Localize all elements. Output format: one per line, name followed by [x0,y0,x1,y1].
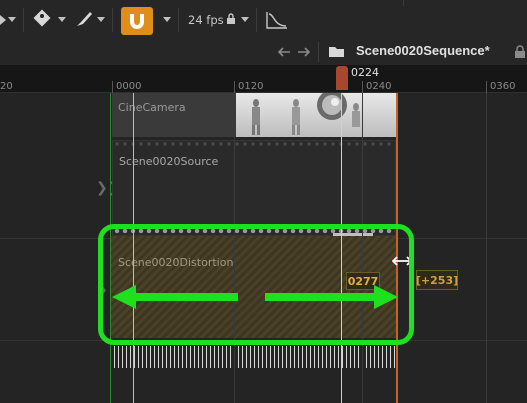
chevron-down-icon[interactable] [97,17,105,22]
toolbar-separator [256,8,257,32]
keyframe-strip [110,346,398,368]
brush-icon [77,12,92,26]
ruler-tick-label: 20 [0,81,13,92]
curve-editor-icon [266,12,287,29]
nav-separator [318,42,319,62]
chevron-down-icon[interactable] [241,17,249,22]
forward-arrow-icon[interactable] [296,45,312,59]
ruler-tick [362,81,363,93]
ruler-tick-label: 0120 [238,81,264,92]
back-arrow-icon[interactable] [276,45,292,59]
brush-button[interactable] [72,6,94,34]
fps-selector[interactable]: 24 fps [188,13,224,27]
snap-toggle-button[interactable] [121,7,153,35]
sequence-breadcrumb[interactable]: Scene0020Sequence* [356,43,490,58]
frame-delta-badge: [+253] [416,270,458,290]
curve-editor-button[interactable] [264,6,290,34]
toolbar-separator [403,0,404,6]
playhead-time: 0224 [351,66,379,79]
ruler-tick [112,81,113,93]
folder-icon[interactable] [328,44,346,59]
ruler-tick-label: 0240 [366,81,392,92]
ruler-tick [486,81,487,93]
toolbar-separator [23,8,24,32]
chevron-down-icon[interactable] [8,17,16,22]
camera-section[interactable]: CineCamera [112,90,396,137]
time-ruler[interactable]: 20 0000 0120 0240 0360 [0,65,527,93]
toolbar: 24 fps [0,0,527,40]
film-sprocket-strip [113,141,395,147]
thumbnail-image [252,90,360,135]
playhead-handle[interactable] [336,66,348,90]
ruler-tick-label: 0360 [490,81,516,92]
source-section[interactable]: Scene0020Source [112,140,396,236]
lock-icon[interactable] [514,45,526,59]
section-label: CineCamera [118,101,186,114]
sequence-nav-bar: Scene0020Sequence* [0,40,527,65]
double-arrow-icon [112,285,398,309]
grid-line [486,93,487,403]
ruler-tick-label: 0000 [116,81,142,92]
lock-icon [227,13,235,24]
chevron-down-icon[interactable] [58,17,66,22]
key-tag-button[interactable] [32,6,54,34]
toolbar-separator [178,8,179,32]
camera-thumbnail [236,90,396,137]
chevron-down-icon[interactable] [163,17,171,22]
magnet-icon [130,14,144,29]
toolbar-separator [112,8,113,32]
snap-tag-icon [33,9,51,27]
ruler-tick [234,81,235,93]
